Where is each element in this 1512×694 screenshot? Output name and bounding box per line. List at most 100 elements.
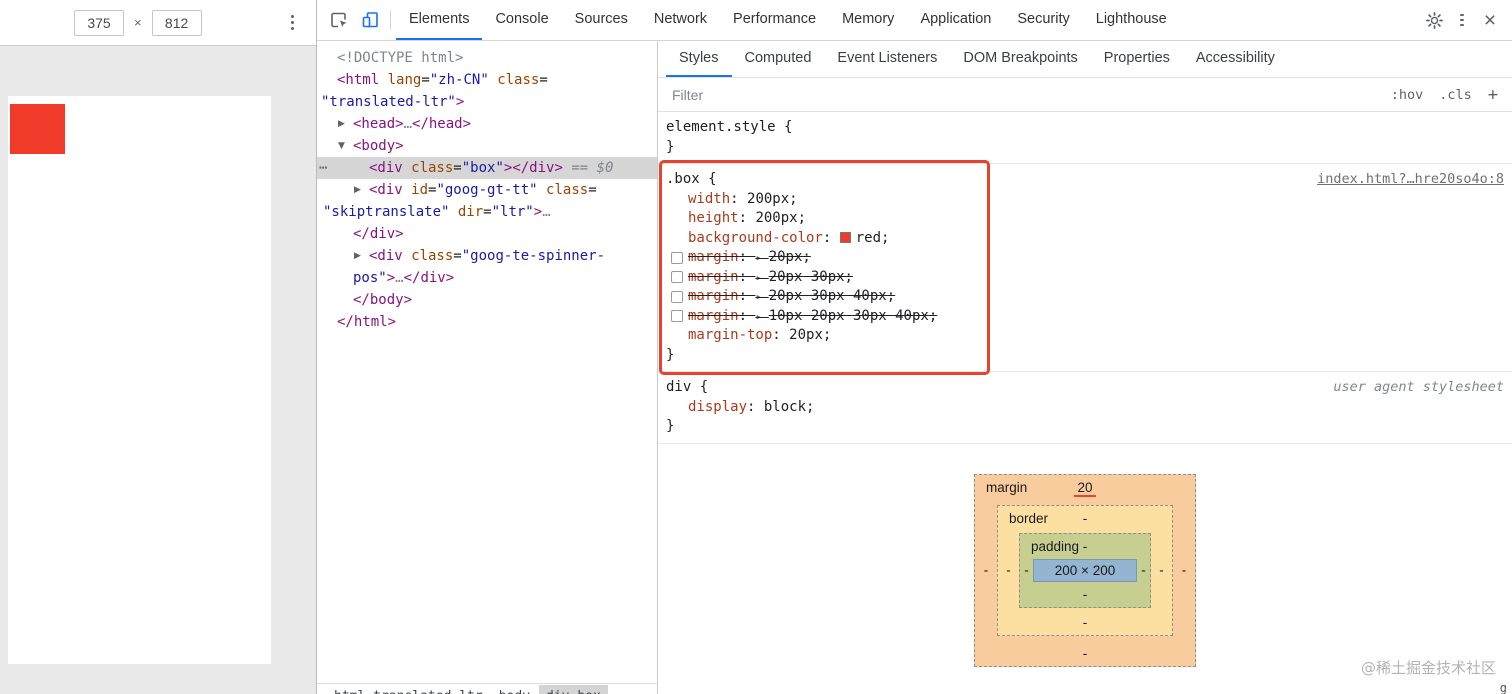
rule-close-brace: } xyxy=(666,418,675,434)
property-toggle-checkbox[interactable] xyxy=(671,251,683,264)
rule-selector-line: .box {index.html?…hre20so4o:8 xyxy=(666,170,1504,190)
stylesheet-source-link[interactable]: index.html?…hre20so4o:8 xyxy=(1317,170,1504,190)
device-width-input[interactable] xyxy=(74,9,124,36)
tab-sources[interactable]: Sources xyxy=(562,0,641,40)
tree-row[interactable]: ▶ <head>…</head> xyxy=(317,113,657,135)
code-token: ></div> xyxy=(503,160,563,176)
element-classes-button[interactable]: .cls xyxy=(1439,87,1472,103)
css-property-background-color[interactable]: background-color: red; xyxy=(666,229,1504,249)
tab-lighthouse[interactable]: Lighthouse xyxy=(1083,0,1180,40)
styles-tab-styles[interactable]: Styles xyxy=(666,41,732,77)
style-rule-box[interactable]: .box {index.html?…hre20so4o:8 width: 200p… xyxy=(658,160,1512,375)
breadcrumb-div-box[interactable]: div.box xyxy=(539,685,608,694)
breadcrumb-body[interactable]: body xyxy=(492,685,537,694)
css-property-margin[interactable]: margin: ▸ 20px 30px; xyxy=(666,268,1504,288)
style-rule-div[interactable]: div {user agent stylesheet display: block… xyxy=(658,372,1512,444)
css-property-display[interactable]: display: block; xyxy=(666,398,1504,418)
inspect-element-icon[interactable] xyxy=(327,8,351,32)
settings-gear-icon[interactable] xyxy=(1422,8,1446,32)
new-style-rule-button[interactable]: + xyxy=(1488,85,1498,105)
tab-console[interactable]: Console xyxy=(482,0,561,40)
padding-left-value: - xyxy=(1024,562,1029,578)
styles-tab-dom-breakpoints[interactable]: DOM Breakpoints xyxy=(950,41,1090,77)
tree-row[interactable]: ▶ <div id="goog-gt-tt" class= xyxy=(317,179,657,201)
device-height-input[interactable] xyxy=(151,9,202,36)
code-token: "skiptranslate" xyxy=(323,204,450,220)
close-devtools-icon[interactable]: × xyxy=(1478,8,1502,32)
box-model-padding[interactable]: padding - - - - 200 × 200 xyxy=(1019,532,1151,608)
tree-row[interactable]: pos">…</div> xyxy=(317,267,657,289)
device-options-icon[interactable] xyxy=(285,9,301,37)
red-box-element[interactable] xyxy=(10,104,65,154)
css-property-margin[interactable]: margin: ▸ 10px 20px 30px 40px; xyxy=(666,307,1504,327)
code-token: dir xyxy=(449,204,484,220)
css-property-height[interactable]: height: 200px; xyxy=(666,209,1504,229)
tab-security[interactable]: Security xyxy=(1004,0,1082,40)
emulated-page[interactable] xyxy=(8,96,271,664)
styles-tab-properties[interactable]: Properties xyxy=(1091,41,1183,77)
property-toggle-checkbox[interactable] xyxy=(671,290,683,303)
more-actions-icon[interactable]: ⋯ xyxy=(319,157,328,179)
main-toolbar-tabs: Elements Console Sources Network Performance… xyxy=(396,0,1180,40)
styles-filter-input[interactable] xyxy=(672,86,1391,103)
tree-row[interactable]: "skiptranslate" dir="ltr">… xyxy=(317,201,657,223)
padding-bottom-value: - xyxy=(1082,586,1088,602)
tab-network[interactable]: Network xyxy=(641,0,720,40)
shorthand-expand-icon[interactable]: ▸ xyxy=(755,310,768,323)
tab-performance[interactable]: Performance xyxy=(720,0,829,40)
device-toolbar: × xyxy=(0,0,316,46)
device-toolbar-toggle-icon[interactable] xyxy=(359,8,383,32)
code-token: </div> xyxy=(353,226,404,242)
code-token: <body> xyxy=(353,138,404,154)
tree-row[interactable]: </body> xyxy=(317,289,657,311)
expand-icon[interactable]: ▶ xyxy=(354,179,361,201)
annotated-margin-value: 20 xyxy=(1074,479,1096,497)
code-token: </body> xyxy=(353,292,413,308)
shorthand-expand-icon[interactable]: ▸ xyxy=(755,251,768,264)
styles-tab-event-listeners[interactable]: Event Listeners xyxy=(824,41,950,77)
tree-row[interactable]: <!DOCTYPE html> xyxy=(317,47,657,69)
code-token: "goog-te-spinner- xyxy=(461,248,606,264)
css-property-margin[interactable]: margin: ▸ 20px; xyxy=(666,248,1504,268)
box-model-border[interactable]: border - - - - padding - - - - 200 × 200 xyxy=(997,504,1173,636)
collapse-icon[interactable]: ▼ xyxy=(338,135,345,157)
tree-row[interactable]: ▼ <body> xyxy=(317,135,657,157)
style-rule-element-style[interactable]: element.style {} xyxy=(658,112,1512,164)
code-token: = xyxy=(453,248,462,264)
property-toggle-checkbox[interactable] xyxy=(671,271,683,283)
tab-elements[interactable]: Elements xyxy=(396,0,483,40)
shorthand-expand-icon[interactable]: ▸ xyxy=(755,290,768,303)
tree-row[interactable]: </div> xyxy=(317,223,657,245)
code-token: pos" xyxy=(353,270,387,286)
tree-row[interactable]: </html> xyxy=(317,311,657,333)
code-token: </html> xyxy=(337,314,397,330)
tree-row[interactable]: ⋯ <div class="box"></div> == $0 xyxy=(317,157,657,179)
expand-icon[interactable]: ▶ xyxy=(354,245,361,267)
css-property-width[interactable]: width: 200px; xyxy=(666,190,1504,210)
border-bottom-value: - xyxy=(1082,614,1088,630)
margin-top-value: 20 xyxy=(975,479,1195,497)
pseudo-class-panel-button[interactable]: :hov xyxy=(1391,87,1424,103)
code-token: class xyxy=(488,72,540,88)
styles-tab-computed[interactable]: Computed xyxy=(732,41,825,77)
shorthand-expand-icon[interactable]: ▸ xyxy=(755,271,768,284)
tab-application[interactable]: Application xyxy=(907,0,1004,40)
tree-row[interactable]: "translated-ltr"> xyxy=(317,91,657,113)
code-token: <div xyxy=(369,248,403,264)
tree-row[interactable]: ▶ <div class="goog-te-spinner- xyxy=(317,245,657,267)
code-token: "translated-ltr" xyxy=(321,94,456,110)
expand-icon[interactable]: ▶ xyxy=(338,113,345,135)
devtools-more-options-icon[interactable] xyxy=(1450,8,1474,32)
tree-row[interactable]: <html lang="zh-CN" class= xyxy=(317,69,657,91)
box-model-margin[interactable]: margin 20 - - - border - - - - padding -… xyxy=(974,473,1196,667)
css-property-margin-top[interactable]: margin-top: 20px; xyxy=(666,326,1504,346)
css-property-margin[interactable]: margin: ▸ 20px 30px 40px; xyxy=(666,287,1504,307)
tab-memory[interactable]: Memory xyxy=(829,0,907,40)
color-swatch[interactable] xyxy=(839,231,851,243)
box-model-content[interactable]: 200 × 200 xyxy=(1033,558,1137,582)
breadcrumb-html-translated-ltr[interactable]: html.translated-ltr xyxy=(327,685,490,694)
toolbar-divider xyxy=(390,10,391,30)
property-toggle-checkbox[interactable] xyxy=(671,310,683,322)
code-token: class xyxy=(537,182,589,198)
styles-tab-accessibility[interactable]: Accessibility xyxy=(1183,41,1288,77)
